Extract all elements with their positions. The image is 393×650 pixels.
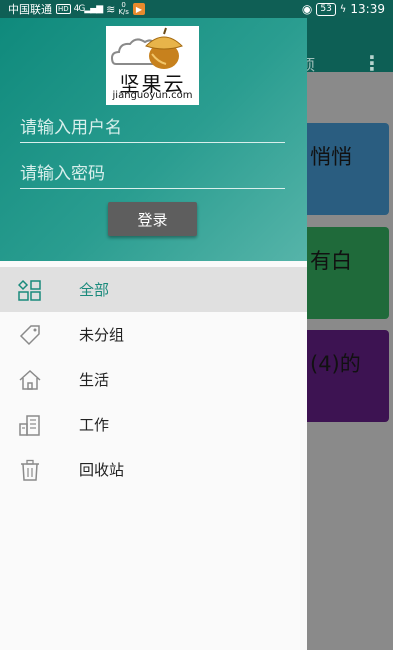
nav-item-ungrouped[interactable]: 未分组 [0, 312, 307, 357]
nav-item-all[interactable]: 全部 [0, 267, 307, 312]
tag-icon [19, 325, 40, 346]
status-right: ◉ 53 ϟ 13:39 [302, 2, 385, 16]
eye-icon: ◉ [301, 2, 313, 16]
note-card[interactable]: (4)的 [296, 330, 389, 422]
username-input[interactable] [20, 113, 285, 143]
office-building-icon [19, 415, 40, 436]
acorn-cloud-icon [110, 27, 183, 69]
network-type: 4G [73, 4, 86, 14]
home-icon [19, 369, 41, 390]
note-card[interactable]: 有白 [296, 227, 389, 319]
navigation-drawer: 坚果云 jianguoyun.com 登录 全部 未分组 [0, 18, 307, 650]
password-input[interactable] [20, 159, 285, 189]
notification-app-icon: ▶ [132, 3, 145, 15]
network-speed: 0 K/s [118, 2, 129, 16]
nav-label: 未分组 [79, 326, 125, 344]
note-card-text: 悄悄 [310, 145, 352, 169]
carrier-label: 中国联通 [8, 3, 52, 16]
more-vert-icon[interactable]: ⋮ [362, 48, 382, 78]
app-logo: 坚果云 jianguoyun.com [106, 26, 199, 105]
speed-unit: K/s [118, 8, 129, 16]
clock: 13:39 [350, 2, 385, 16]
battery-level: 53 [316, 2, 336, 16]
nav-label: 全部 [79, 281, 110, 299]
charging-icon: ϟ [339, 3, 347, 15]
login-button[interactable]: 登录 [108, 202, 197, 236]
drawer-header: 坚果云 jianguoyun.com 登录 [0, 18, 307, 261]
logo-domain: jianguoyun.com [112, 90, 193, 101]
nav-item-life[interactable]: 生活 [0, 357, 307, 402]
hd-badge: HD [56, 4, 71, 14]
note-card[interactable]: 悄悄 [296, 123, 389, 215]
signal-icon: 4G▂▄▆ [73, 4, 103, 14]
nav-item-trash[interactable]: 回收站 [0, 447, 307, 492]
note-card-text: (4)的 [310, 352, 361, 376]
grid-icon [18, 279, 41, 301]
nav-item-work[interactable]: 工作 [0, 402, 307, 447]
wifi-icon: ≋ [106, 2, 116, 16]
status-bar: 中国联通 HD 4G▂▄▆ ≋ 0 K/s ▶ ◉ 53 ϟ 13:39 [0, 0, 393, 18]
trash-icon [21, 459, 39, 481]
drawer-nav: 全部 未分组 生活 工作 回收站 [0, 267, 307, 492]
nav-label: 工作 [79, 416, 110, 434]
nav-label: 回收站 [79, 461, 125, 479]
note-card-text: 有白 [310, 249, 352, 273]
nav-label: 生活 [79, 371, 110, 389]
